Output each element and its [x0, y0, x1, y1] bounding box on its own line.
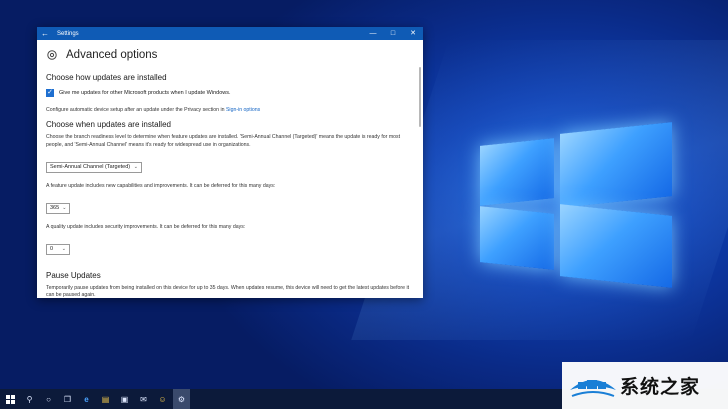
install-section-title: Choose how updates are installed — [46, 73, 167, 82]
privacy-text-body: Configure automatic device setup after a… — [46, 107, 226, 113]
search-icon[interactable]: ⚲ — [21, 389, 38, 409]
page-header: Advanced options — [46, 49, 413, 61]
quality-update-text: A quality update includes security impro… — [46, 223, 246, 230]
feature-defer-dropdown[interactable]: 365 ⌄ — [46, 202, 70, 214]
people-icon[interactable]: ☺ — [154, 389, 171, 409]
feature-update-text: A feature update includes new capabiliti… — [46, 182, 276, 189]
mail-icon[interactable]: ✉ — [135, 389, 152, 409]
pause-description: Temporarily pause updates from being ins… — [46, 284, 410, 298]
maximize-button[interactable]: □ — [383, 27, 403, 40]
minimize-button[interactable]: — — [363, 27, 383, 40]
pause-section-title: Pause Updates — [46, 270, 101, 280]
scrollbar[interactable] — [419, 67, 421, 127]
close-button[interactable]: ✕ — [403, 27, 423, 40]
window-title: Settings — [57, 30, 79, 37]
quality-defer-value: 0 — [50, 246, 54, 253]
logo-pane-top-right — [560, 122, 672, 208]
gear-icon — [47, 50, 57, 60]
chevron-down-icon: ⌄ — [133, 164, 138, 171]
back-arrow-icon[interactable]: ← — [37, 27, 53, 40]
logo-pane-bottom-left — [480, 206, 554, 270]
windows-logo-wallpaper — [478, 122, 678, 288]
page-title: Advanced options — [66, 49, 158, 61]
branch-description: Choose the branch readiness level to det… — [46, 134, 401, 148]
branch-readiness-value: Semi-Annual Channel (Targeted) — [50, 164, 131, 171]
other-products-checkbox[interactable]: ✓ — [46, 89, 54, 97]
windows-start-icon[interactable] — [2, 389, 19, 409]
quality-defer-dropdown[interactable]: 0 ⌄ — [46, 243, 70, 255]
watermark-text: 系统之家 — [620, 376, 701, 398]
settings-window: ← Settings — □ ✕ Advanced options Choose… — [37, 27, 423, 298]
privacy-text: Configure automatic device setup after a… — [46, 107, 413, 114]
sign-in-options-link[interactable]: Sign-in options — [226, 107, 260, 113]
edge-icon[interactable]: e — [78, 389, 95, 409]
logo-pane-top-left — [480, 138, 554, 206]
checkbox-label: Give me updates for other Microsoft prod… — [59, 90, 231, 96]
store-icon[interactable]: ▣ — [116, 389, 133, 409]
cortana-icon[interactable]: ○ — [40, 389, 57, 409]
watermark-logo-icon — [570, 379, 616, 397]
branch-readiness-dropdown[interactable]: Semi-Annual Channel (Targeted) ⌄ — [46, 161, 142, 173]
settings-icon[interactable]: ⚙ — [173, 389, 190, 409]
feature-defer-value: 365 — [50, 205, 60, 212]
title-bar: ← Settings — □ ✕ — [37, 27, 423, 40]
site-watermark: 系统之家 — [562, 362, 728, 409]
when-section-title: Choose when updates are installed — [46, 120, 171, 130]
task-view-icon[interactable]: ❐ — [59, 389, 76, 409]
file-explorer-icon[interactable]: ▤ — [97, 389, 114, 409]
logo-pane-bottom-right — [560, 204, 672, 288]
chevron-down-icon: ⌄ — [62, 205, 67, 212]
chevron-down-icon: ⌄ — [61, 246, 66, 253]
other-products-checkbox-row[interactable]: ✓ Give me updates for other Microsoft pr… — [46, 89, 413, 97]
settings-content: Advanced options Choose how updates are … — [37, 40, 423, 298]
